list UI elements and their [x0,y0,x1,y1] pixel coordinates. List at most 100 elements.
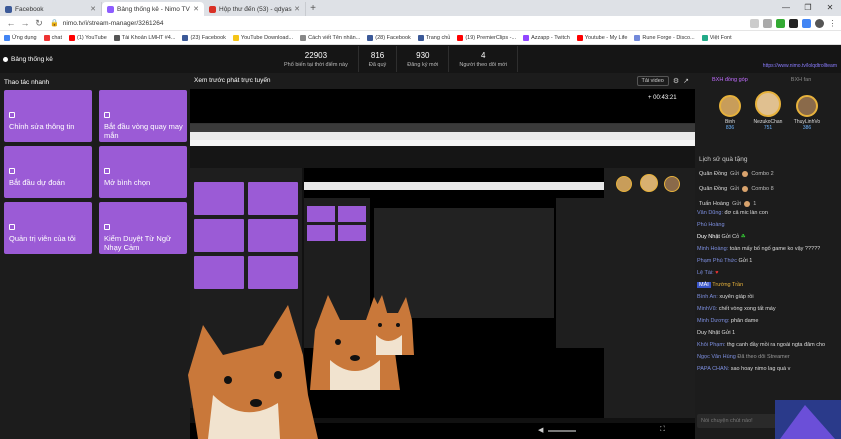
close-window-icon[interactable]: ✕ [819,0,841,16]
bookmark-item[interactable]: (1) YouTube [68,34,107,41]
gift-entry: Tuấn Hoàng Gửi 1 [699,200,757,207]
bookmark-icon [113,34,120,41]
twitch-icon [523,34,530,41]
reload-icon[interactable]: ↻ [32,18,46,29]
facebook-icon [417,34,424,41]
address-bar: ← → ↻ 🔒 nimo.tv/i/stream-manager/3261264… [0,16,841,31]
url-field[interactable]: 🔒 nimo.tv/i/stream-manager/3261264 [50,19,750,28]
gift-entry: Quân Đồng Gửi Combo 8 [699,185,774,192]
right-panel: BXH đồng góp BXH fan Binh 836 NezukoChan… [695,73,841,439]
share-icon[interactable] [750,18,759,28]
bookmark-item[interactable]: Rune Forge - Disco... [634,34,695,41]
bookmark-item[interactable]: chat [43,34,62,41]
minimize-icon[interactable]: — [775,0,797,16]
preview-title: Xem trước phát trực tuyến [194,77,271,84]
bookmark-item[interactable]: (28) Facebook [367,34,411,41]
tab-nimo[interactable]: Bảng thống kê - Nimo TV ✕ [102,2,204,16]
facebook-icon [367,34,374,41]
chat-message: Minh Dương: phân dame [697,318,759,324]
tab-facebook[interactable]: Facebook ✕ [0,2,102,16]
menu-icon[interactable]: ⋮ [828,18,837,28]
settings-icon[interactable]: ⚙ [673,77,679,85]
gift-history-heading: Lịch sử quà tặng [699,156,748,163]
tab-gmail[interactable]: Hộp thư đến (53) - qdyasus123... ✕ [204,2,306,16]
star-icon[interactable] [763,18,772,28]
inner-avatar [664,176,680,192]
rank-entry[interactable]: Binh 836 [712,95,748,131]
fullscreen-icon[interactable]: ⛶ [660,426,665,434]
bookmark-icon [701,34,708,41]
quick-actions-grid: Chỉnh sửa thông tin Bắt đầu vòng quay ma… [4,90,187,254]
chat-message: Ngọc Văn Hùng Đã theo dõi Streamer [697,354,790,360]
moderators-button[interactable]: Quản trị viên của tôi [4,202,92,254]
avatar[interactable] [815,18,824,28]
bookmark-item[interactable]: Việt Font [701,34,732,41]
download-video-button[interactable]: Tải video [636,76,669,86]
rank-score: 836 [725,125,735,131]
word-filter-button[interactable]: Kiểm Duyệt Từ Ngữ Nhạy Cảm [99,202,187,254]
chat-message: MÀI Trường Trần [697,282,744,288]
volume-icon[interactable]: ◀ [538,426,543,434]
bookmark-item[interactable]: Ứng dụng [4,34,37,41]
lock-icon: 🔒 [50,20,59,27]
close-icon[interactable]: ✕ [90,5,96,13]
extension-icon[interactable] [776,18,785,28]
inner-tile [338,206,366,222]
bookmark-item[interactable]: (19) PremierClips -... [457,34,516,41]
lucky-wheel-button[interactable]: Bắt đầu vòng quay may mắn [99,90,187,142]
inner-tile [248,219,298,252]
bookmark-item[interactable]: YouTube Download... [232,34,293,41]
extension-icon[interactable] [789,18,798,28]
bookmark-item[interactable]: (23) Facebook [182,34,226,41]
channel-link[interactable]: https://www.nimo.tv/lolqdtrollteam [763,63,837,69]
avatar [796,95,818,117]
edit-info-button[interactable]: Chỉnh sửa thông tin [4,90,92,142]
rank-entry[interactable]: NezukoChan 751 [750,91,786,131]
tab-fan-ranking[interactable]: BXH fan [791,77,811,83]
prediction-icon [9,168,15,174]
poll-button[interactable]: Mở bình chọn [99,146,187,198]
bookmark-item[interactable]: Cách viết Tên nhân... [300,34,360,41]
screen: Facebook ✕ Bảng thống kê - Nimo TV ✕ Hộp… [0,0,841,439]
bookmark-item[interactable]: Trang chủ [417,34,450,41]
youtube-icon [576,34,583,41]
volume-slider[interactable] [548,430,576,432]
rank-score: 751 [763,125,773,131]
stats-bar: 22903 Phổ biến tại thời điểm này 816 Đã qu… [274,46,518,72]
bookmark-item[interactable]: Youtube - My Life [576,34,627,41]
prediction-button[interactable]: Bắt đầu dự đoán [4,146,92,198]
bookmark-item[interactable]: Tài Khoản LMHT #4... [113,34,175,41]
poll-icon [104,168,110,174]
nimo-icon [107,5,114,13]
bookmark-icon [300,34,307,41]
leaderboard-tabs: BXH đồng góp BXH fan [695,73,841,87]
shield-icon [9,224,15,230]
gift-icon [742,170,749,177]
rank-entry[interactable]: ThuyLinhVo 386 [789,95,825,131]
new-tab-button[interactable]: + [306,2,320,16]
avatar [755,91,781,117]
chat-list: Văn Dũng: đơ cả mic làn con Phú Hoàng Du… [697,210,839,410]
bookmark-icon [232,34,239,41]
tab-label: Bảng thống kê - Nimo TV [117,5,190,13]
chat-message: MinhVũ: chết vòng xong tất máy [697,306,776,312]
rank-score: 386 [802,125,812,131]
tab-contribution-ranking[interactable]: BXH đồng góp [712,77,748,83]
maximize-icon[interactable]: ❐ [797,0,819,16]
gift-history: Quân Đồng Gửi Combo 2 Quân Đồng Gửi Combo 8 … [699,166,839,211]
preview-header: Xem trước phát trực tuyến Tải video ⚙ ↗ [190,73,695,89]
chat-message: Duy Nhật Gửi Cỏ ☘ [697,234,746,240]
edit-icon [9,112,15,118]
game-art-thumbnail [775,400,841,439]
chat-message: Bình An: xuyên giáp rồi [697,294,754,300]
forward-icon[interactable]: → [18,18,32,28]
inner-tab-strip [190,124,695,132]
back-icon[interactable]: ← [4,18,18,28]
stream-timer: + 00:43:21 [648,95,677,101]
apps-icon [4,34,10,41]
close-icon[interactable]: ✕ [294,5,300,13]
share-icon[interactable]: ↗ [683,77,689,85]
bookmark-item[interactable]: Azzapp - Twitch [523,34,570,41]
close-icon[interactable]: ✕ [193,5,199,13]
extension-icon[interactable] [802,18,811,28]
